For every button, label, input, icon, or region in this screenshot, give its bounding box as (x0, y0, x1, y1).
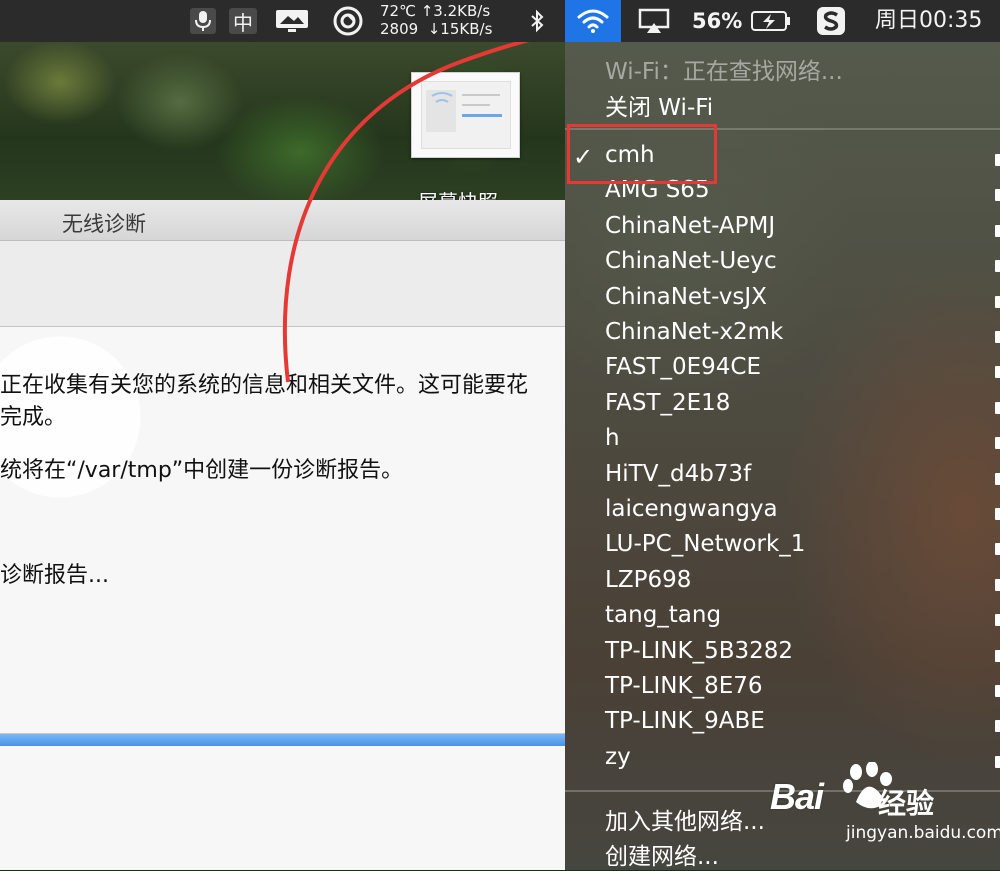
body-text-complete: 完成。 (0, 405, 67, 430)
window-title: 无线诊断 (62, 212, 146, 236)
window-titlebar[interactable]: 无线诊断 (0, 200, 565, 241)
progress-bar (0, 733, 565, 746)
signal-strength-icon (995, 154, 1000, 166)
temperature-readout: 72℃ (380, 2, 416, 20)
menu-bar: 中 72℃ ↑3.2KB/s 2809 ↓15KB/s 56% 周日00:35 (0, 0, 1000, 42)
network-item[interactable]: h (605, 425, 620, 451)
input-method-indicator[interactable]: 中 (229, 8, 257, 35)
signal-strength-icon (995, 260, 1000, 273)
progress-status-text: 诊断报告... (0, 563, 109, 588)
body-text-collecting: 正在收集有关您的系统的信息和相关文件。这可能要花 (0, 373, 529, 398)
system-stats-widget[interactable]: 72℃ ↑3.2KB/s 2809 ↓15KB/s (380, 2, 510, 40)
network-item[interactable]: HiTV_d4b73f (605, 461, 751, 487)
signal-strength-icon (995, 508, 1000, 520)
create-network-item[interactable]: 创建网络... (605, 837, 719, 871)
signal-strength-icon (995, 614, 1000, 627)
wifi-icon (577, 9, 609, 33)
network-item[interactable]: TP-LINK_9ABE (605, 708, 765, 734)
network-item[interactable]: ChinaNet-vsJX (605, 284, 767, 310)
display-icon[interactable] (272, 0, 312, 42)
network-item[interactable]: LU-PC_Network_1 (605, 531, 805, 557)
signal-strength-icon (995, 543, 1000, 556)
signal-strength-icon (995, 755, 1000, 768)
network-item[interactable]: laicengwangya (605, 496, 778, 522)
wifi-menu-button[interactable] (565, 0, 621, 42)
disk-utility-icon[interactable] (330, 0, 366, 42)
watermark-brand-cn: 经验 (878, 787, 935, 820)
body-text-report-location: 统将在“/var/tmp”中创建一份诊断报告。 (0, 458, 404, 483)
turn-off-wifi-item[interactable]: 关闭 Wi-Fi (605, 88, 713, 122)
watermark-url: jingyan.baidu.com (846, 823, 1000, 843)
network-item[interactable]: FAST_0E94CE (605, 354, 761, 380)
airplay-icon[interactable] (636, 0, 672, 42)
bluetooth-icon[interactable] (526, 0, 548, 42)
network-item[interactable]: TP-LINK_5B3282 (605, 638, 793, 664)
menubar-clock[interactable]: 周日00:35 (875, 0, 982, 42)
battery-percentage: 56% (692, 9, 743, 33)
thumbnail-preview (421, 81, 511, 149)
window-header-area (0, 241, 565, 327)
network-item[interactable]: TP-LINK_8E76 (605, 673, 763, 699)
signal-strength-icon (995, 224, 1000, 237)
signal-strength-icon (995, 401, 1000, 414)
signal-strength-icon (995, 578, 1000, 591)
signal-strength-icon (995, 189, 1000, 202)
network-item[interactable]: FAST_2E18 (605, 390, 730, 416)
sogou-input-icon[interactable] (815, 0, 847, 42)
signal-strength-icon (995, 472, 1000, 485)
signal-strength-icon (995, 685, 1000, 697)
window-content: 正在收集有关您的系统的信息和相关文件。这可能要花 完成。 统将在“/var/tm… (0, 327, 565, 870)
input-method-label: 中 (233, 10, 253, 35)
signal-strength-icon (995, 295, 1000, 308)
signal-strength-icon (995, 437, 1000, 450)
screenshot-thumbnail[interactable] (411, 72, 520, 158)
signal-strength-icon (995, 720, 1000, 733)
signal-strength-icon (995, 649, 1000, 662)
signal-strength-icon (995, 331, 1000, 343)
network-item[interactable]: tang_tang (605, 602, 721, 628)
upload-speed: ↑3.2KB/s (420, 2, 491, 20)
network-item[interactable]: ChinaNet-x2mk (605, 319, 783, 345)
network-item[interactable]: ChinaNet-Ueyc (605, 248, 777, 274)
progress-bar-fill (0, 734, 565, 746)
network-item[interactable]: zy (605, 744, 631, 770)
highlight-annotation-box (567, 124, 717, 184)
network-item[interactable]: ChinaNet-APMJ (605, 213, 775, 239)
wifi-status-text: Wi-Fi：正在查找网络... (605, 59, 843, 85)
wireless-diagnostics-window: 无线诊断 正在收集有关您的系统的信息和相关文件。这可能要花 完成。 统将在“/v… (0, 200, 565, 870)
watermark-brand: Bai (770, 776, 824, 817)
signal-strength-icon (995, 366, 1000, 379)
microphone-icon[interactable] (190, 8, 216, 34)
download-speed: ↓15KB/s (427, 20, 493, 38)
fan-speed-readout: 2809 (380, 20, 419, 38)
join-other-network-item[interactable]: 加入其他网络... (605, 802, 765, 836)
network-item[interactable]: LZP698 (605, 567, 691, 593)
battery-icon[interactable] (750, 0, 792, 42)
